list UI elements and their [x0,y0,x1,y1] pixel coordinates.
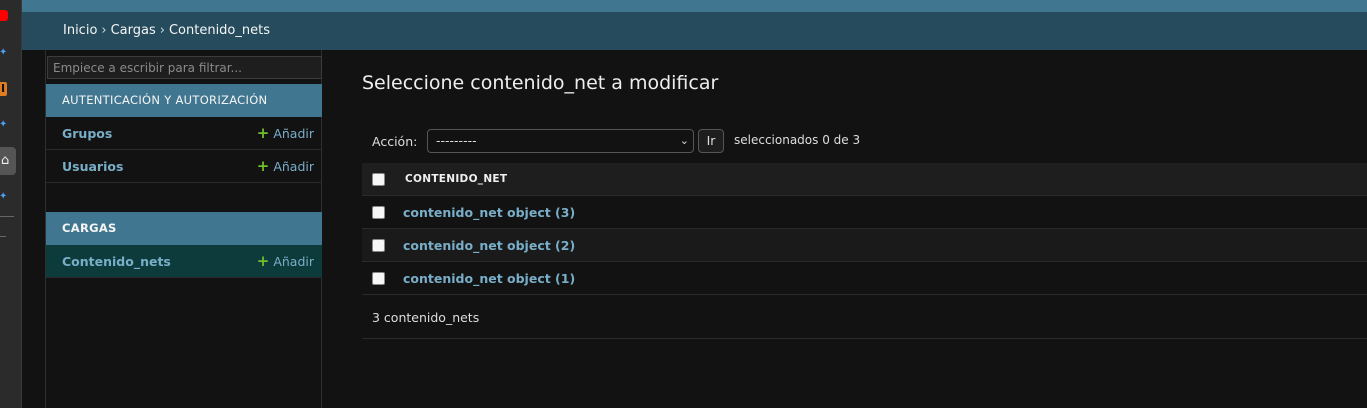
nav-sidebar: AUTENTICACIÓN Y AUTORIZACIÓN Grupos +Aña… [45,50,322,408]
browser-side-toolbar: ✦ I ✦ ⌂ ✦ [0,0,22,408]
module-caption-cargas[interactable]: CARGAS [46,212,322,245]
plus-icon: + [256,124,270,142]
add-grupos-link[interactable]: + Añadir [257,117,314,150]
add-usuarios-link[interactable]: + Añadir [257,150,314,183]
table-header-row: CONTENIDO_NET [362,163,1367,196]
breadcrumb: Inicio › Cargas › Contenido_nets [22,12,1367,50]
action-label: Acción: [372,134,418,149]
row-checkbox[interactable] [372,272,385,285]
divider [0,216,14,217]
sidebar-item-usuarios: Usuarios + Añadir [46,150,322,183]
divider [0,236,6,237]
select-all-checkbox[interactable] [372,173,385,186]
row-object-link[interactable]: contenido_net object (3) [403,205,575,220]
breadcrumb-current: Contenido_nets [168,23,270,38]
youtube-icon[interactable] [0,10,8,21]
row-object-link[interactable]: contenido_net object (1) [403,271,575,286]
row-object-link[interactable]: contenido_net object (2) [403,238,575,253]
action-select[interactable]: --------- ⌄ [427,129,694,153]
selection-counter: seleccionados 0 de 3 [734,133,861,147]
module-caption-auth[interactable]: AUTENTICACIÓN Y AUTORIZACIÓN [46,84,322,117]
breadcrumb-separator: › [101,23,107,38]
plus-icon: + [256,252,270,270]
plus-icon: + [256,157,270,175]
table-row: contenido_net object (1) [362,262,1367,295]
bookmark-icon[interactable]: ✦ [0,118,21,132]
breadcrumb-app-link[interactable]: Cargas [111,23,156,38]
go-button[interactable]: Ir [698,129,724,153]
paginator: 3 contenido_nets [362,296,1367,339]
page-title: Seleccione contenido_net a modificar [362,72,719,94]
i-icon[interactable]: I [0,82,7,96]
breadcrumb-separator: › [159,23,165,38]
column-header-contenido-net[interactable]: CONTENIDO_NET [405,173,507,185]
bookmark-icon[interactable]: ✦ [0,46,21,60]
row-checkbox[interactable] [372,239,385,252]
actions-bar: Acción: --------- ⌄ Ir seleccionados 0 d… [362,125,1367,161]
add-contenido-nets-link[interactable]: + Añadir [257,245,314,278]
action-select-value: --------- [436,133,477,148]
home-icon[interactable]: ⌂ [0,147,16,175]
breadcrumb-home-link[interactable]: Inicio [63,23,97,38]
table-row: contenido_net object (3) [362,196,1367,229]
sidebar-item-grupos: Grupos + Añadir [46,117,322,150]
table-row: contenido_net object (2) [362,229,1367,262]
sidebar-item-label[interactable]: Usuarios [62,150,123,183]
site-logo-fragment [290,0,293,12]
add-label: Añadir [273,126,314,141]
add-label: Añadir [273,254,314,269]
sidebar-item-label[interactable]: Grupos [62,117,112,150]
sidebar-item-label[interactable]: Contenido_nets [62,245,171,278]
add-label: Añadir [273,159,314,174]
row-checkbox[interactable] [372,206,385,219]
site-header [22,0,1367,12]
sidebar-item-contenido-nets: Contenido_nets + Añadir [46,245,322,278]
result-list-table: CONTENIDO_NET contenido_net object (3) c… [362,163,1367,295]
bookmark-icon[interactable]: ✦ [0,190,21,204]
nav-filter-input[interactable] [47,56,322,79]
chevron-down-icon: ⌄ [679,134,689,147]
